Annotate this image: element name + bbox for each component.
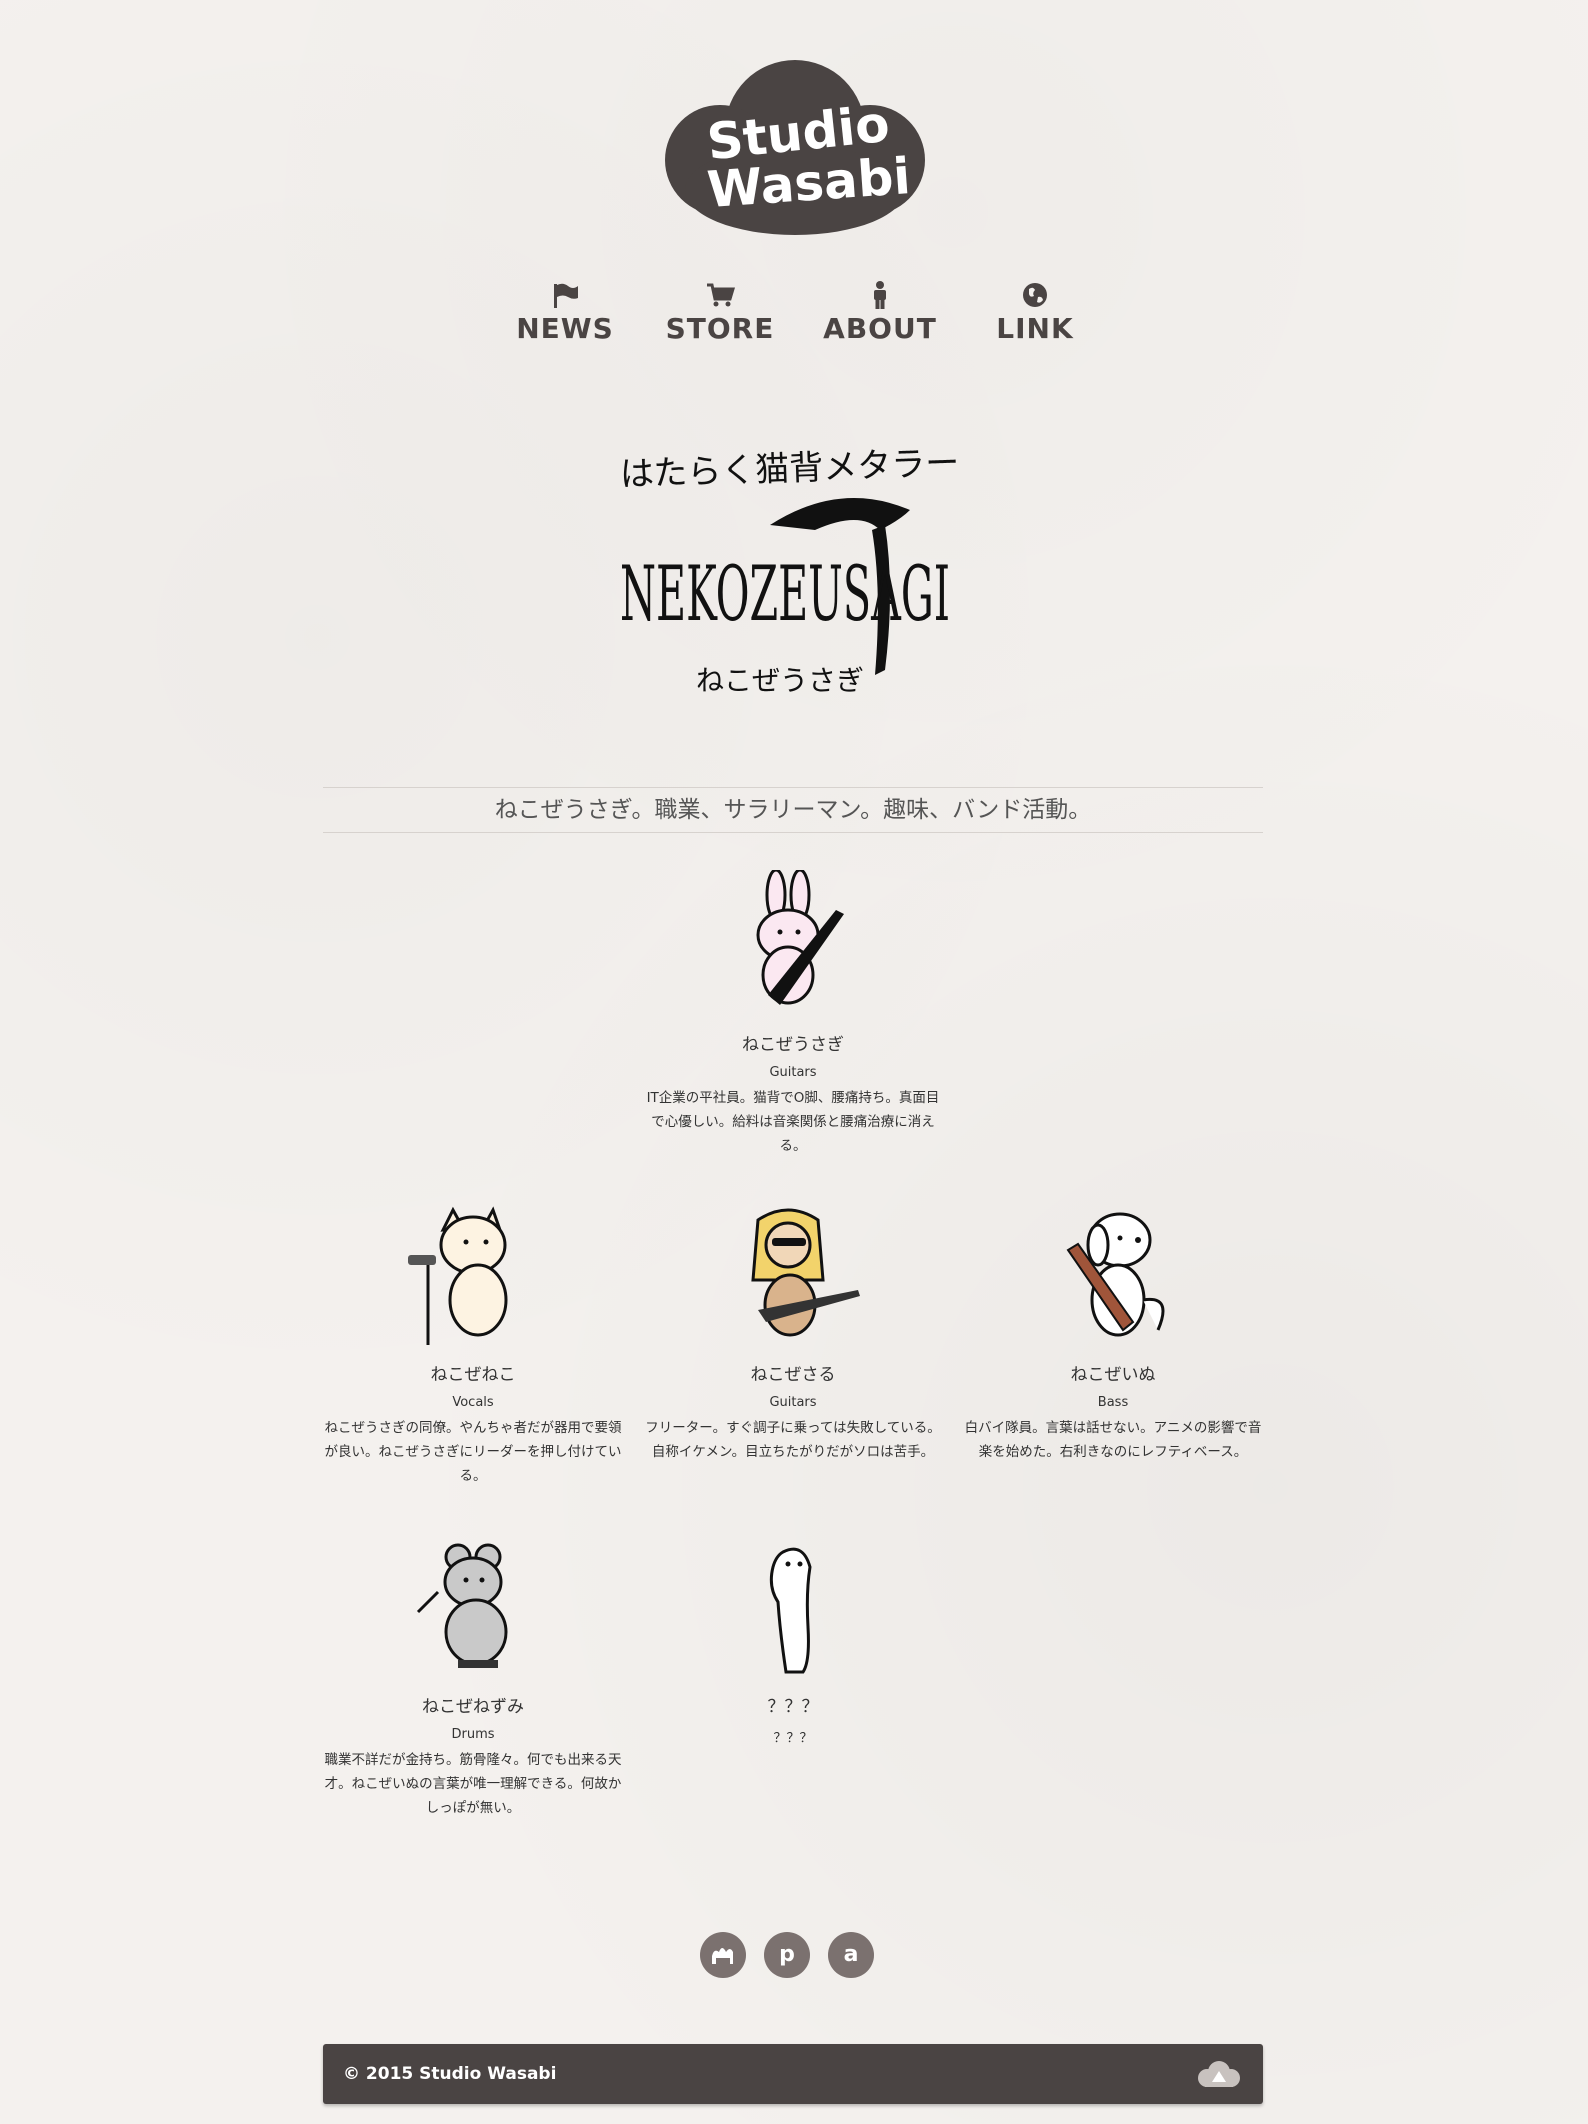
nav-item-about[interactable]: ABOUT — [815, 280, 945, 360]
member-desc: IT企業の平社員。猫背でO脚、腰痛持ち。真面目で心優しい。給料は音楽関係と腰痛治… — [646, 1090, 940, 1154]
nav-item-link[interactable]: LINK — [970, 280, 1100, 360]
social-link-amazon[interactable]: a — [828, 1932, 874, 1978]
nav-label-about: ABOUT — [823, 312, 937, 345]
footer-copyright: © 2015 Studio Wasabi — [343, 2064, 557, 2084]
member-card: ？？？ ？？？ — [643, 1532, 943, 1752]
amazon-icon: a — [843, 1942, 859, 1967]
nav-label-link: LINK — [996, 312, 1074, 345]
member-card: ねこぜねこ Vocals ねこぜうさぎの同僚。やんちゃ者だが器用で要領が良い。ね… — [323, 1200, 623, 1488]
camel-icon — [712, 1948, 733, 1964]
globe-icon — [1023, 283, 1047, 307]
nekozeusagi-title-logo: はたらく猫背メタラー NEKOZEUSAGI ねこぜうさぎ — [610, 440, 970, 710]
mystery-figure-icon — [769, 1547, 812, 1674]
social-link-camel[interactable] — [700, 1932, 746, 1978]
rabbit-guitarist-icon — [756, 870, 844, 1005]
social-link-pixiv[interactable]: p — [764, 1932, 810, 1978]
member-name: ねこぜさる — [750, 1365, 836, 1385]
member-role: Drums — [451, 1727, 495, 1742]
member-desc: 白バイ隊員。言葉は話せない。アニメの影響で音楽を始めた。右利きなのにレフティベー… — [964, 1420, 1262, 1460]
member-name: ねこぜうさぎ — [742, 1035, 844, 1055]
cart-icon — [707, 283, 735, 307]
member-desc: ねこぜうさぎの同僚。やんちゃ者だが器用で要領が良い。ねこぜうさぎにリーダーを押し… — [324, 1420, 622, 1484]
member-role: ？？？ — [773, 1731, 813, 1746]
member-desc: フリーター。すぐ調子に乗っては失敗している。自称イケメン。目立ちたがりだがソロは… — [645, 1420, 941, 1460]
back-to-top-button[interactable] — [1195, 2058, 1243, 2090]
member-name: ？？？ — [767, 1697, 819, 1717]
cloud-logo-icon: Studio Wasabi — [665, 60, 925, 235]
monkey-guitarist-icon — [751, 1208, 860, 1337]
member-role: Vocals — [452, 1395, 494, 1410]
member-role: Guitars — [769, 1395, 817, 1410]
member-card: ねこぜねずみ Drums 職業不詳だが金持ち。筋骨隆々。何でも出来る天才。ねこぜ… — [323, 1532, 623, 1820]
member-card: ねこぜいぬ Bass 白バイ隊員。言葉は話せない。アニメの影響で音楽を始めた。右… — [963, 1200, 1263, 1464]
band-logo-icon: はたらく猫背メタラー NEKOZEUSAGI ねこぜうさぎ — [619, 443, 960, 697]
member-name: ねこぜねずみ — [422, 1697, 524, 1717]
flag-icon — [554, 283, 578, 308]
footer: © 2015 Studio Wasabi — [323, 2044, 1263, 2104]
member-name: ねこぜいぬ — [1070, 1365, 1156, 1385]
cat-vocalist-icon — [408, 1206, 508, 1345]
studio-wasabi-logo[interactable]: Studio Wasabi — [650, 50, 940, 240]
mouse-drummer-icon — [416, 1543, 508, 1668]
nav-item-news[interactable]: NEWS — [500, 280, 630, 360]
main-nav: NEWS STORE ABOUT LINK — [500, 280, 1100, 360]
tagline: ねこぜうさぎ。職業、サラリーマン。趣味、バンド活動。 — [323, 787, 1263, 833]
member-name: ねこぜねこ — [430, 1365, 516, 1385]
member-card: ねこぜうさぎ Guitars IT企業の平社員。猫背でO脚、腰痛持ち。真面目で心… — [643, 870, 943, 1158]
band-logo-sub: ねこぜうさぎ — [696, 664, 864, 697]
member-desc: 職業不詳だが金持ち。筋骨隆々。何でも出来る天才。ねこぜいぬの言葉が唯一理解できる… — [324, 1752, 622, 1816]
nav-item-store[interactable]: STORE — [655, 280, 785, 360]
nav-label-news: NEWS — [516, 312, 614, 345]
member-card: ねこぜさる Guitars フリーター。すぐ調子に乗っては失敗している。自称イケ… — [643, 1200, 943, 1464]
member-role: Guitars — [769, 1065, 817, 1080]
nav-label-store: STORE — [665, 312, 775, 345]
dog-bassist-icon — [1066, 1212, 1165, 1337]
band-logo-top: はたらく猫背メタラー — [619, 443, 960, 495]
band-logo-main: NEKOZEUSAGI — [620, 549, 950, 638]
pixiv-icon: p — [779, 1942, 795, 1967]
person-icon — [874, 281, 886, 309]
member-role: Bass — [1097, 1395, 1129, 1410]
